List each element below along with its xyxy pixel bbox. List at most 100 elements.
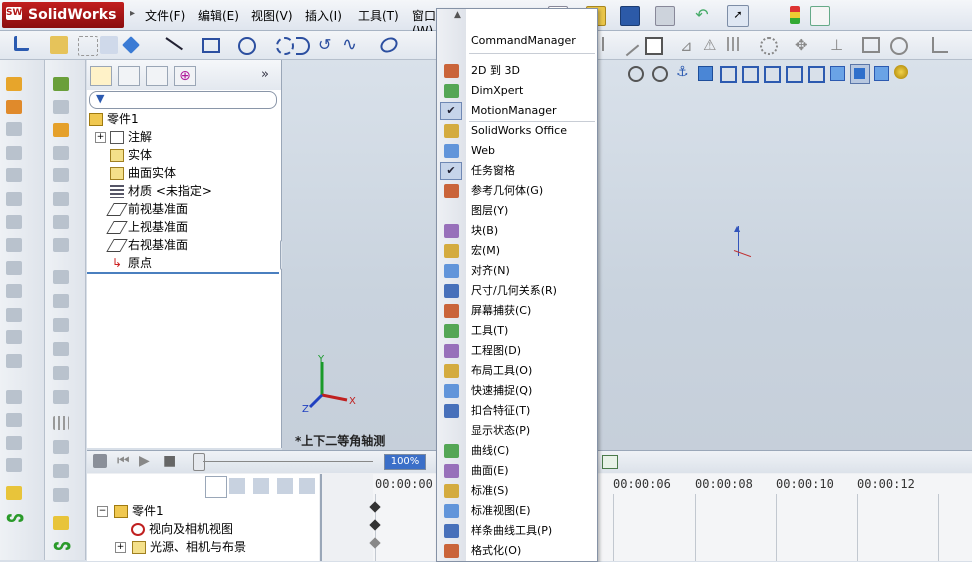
context-menu-item[interactable]: 工具(T) — [437, 321, 595, 341]
lofted-cut-icon[interactable] — [6, 238, 22, 252]
menu-insert[interactable]: 插入(I) — [305, 7, 342, 24]
tree-item-material[interactable]: 材质 <未指定> — [110, 182, 212, 200]
save-icon[interactable] — [620, 6, 640, 26]
mirror-entities-icon[interactable]: ⊿ — [680, 37, 693, 55]
context-menu-item[interactable]: 快速捕捉(Q) — [437, 381, 595, 401]
swept-surface-icon[interactable] — [53, 146, 69, 160]
calculate-icon[interactable] — [93, 454, 107, 468]
context-menu-item[interactable]: 曲面(E) — [437, 461, 595, 481]
curves-icon[interactable]: ᔕ — [53, 537, 71, 553]
context-menu-item[interactable]: 布局工具(O) — [437, 361, 595, 381]
extruded-surface-icon[interactable] — [53, 100, 69, 114]
shell-icon[interactable] — [6, 330, 22, 344]
filter-animated-icon[interactable] — [229, 478, 245, 494]
ruled-surface-icon[interactable] — [53, 294, 69, 308]
display-style-wireframe-icon[interactable] — [742, 66, 759, 83]
reference-geometry-icon[interactable] — [6, 486, 22, 500]
property-manager-tab[interactable] — [118, 66, 140, 86]
sketch-picture-icon[interactable] — [78, 36, 98, 56]
reference-geometry-icon[interactable] — [53, 516, 69, 530]
offset-entities-icon[interactable] — [645, 37, 663, 55]
context-menu-item[interactable]: ✔ 任务窗格 — [437, 161, 595, 181]
line-icon[interactable] — [165, 37, 183, 51]
stop-icon[interactable]: ■ — [163, 453, 176, 469]
linear-pattern-icon[interactable] — [727, 37, 741, 51]
appearance-icon[interactable] — [894, 65, 908, 79]
menu-edit[interactable]: 编辑(E) — [198, 7, 239, 24]
spline-icon[interactable]: ∿ — [342, 34, 357, 55]
context-menu-item[interactable]: CommandManager — [437, 31, 595, 51]
tree-item-right-plane[interactable]: 右视基准面 — [106, 236, 188, 254]
playback-slider-track[interactable] — [203, 461, 373, 462]
quick-snap-icon[interactable] — [122, 36, 140, 54]
tree-item-surface-bodies[interactable]: 曲面实体 — [110, 164, 176, 182]
display-style-shaded-edges-icon[interactable] — [808, 66, 825, 83]
ellipse-icon[interactable] — [377, 34, 401, 56]
graphics-area[interactable]: ⚓ ▲ Y X Z — [282, 60, 972, 450]
view-orientation-icon[interactable] — [720, 66, 737, 83]
curves-icon[interactable]: ᔕ — [6, 509, 24, 525]
instant2d-icon[interactable] — [932, 37, 948, 53]
swept-boss-icon[interactable] — [6, 122, 22, 136]
hide-show-items-icon[interactable] — [874, 66, 889, 81]
linear-pattern-icon[interactable] — [53, 416, 69, 430]
context-menu-item[interactable]: 宏(M) — [437, 241, 595, 261]
tree-item-front-plane[interactable]: 前视基准面 — [106, 200, 188, 218]
revolved-cut-icon[interactable] — [6, 192, 22, 206]
context-menu-item[interactable]: 扣合特征(T) — [437, 401, 595, 421]
context-menu-item[interactable]: 对齐(N) — [437, 261, 595, 281]
draft-icon[interactable] — [6, 354, 22, 368]
chamfer-icon[interactable] — [6, 284, 22, 298]
menu-tools[interactable]: 工具(T) — [358, 7, 399, 24]
add-relation-icon[interactable]: ⊥ — [830, 36, 843, 54]
motion-filter-icon[interactable] — [205, 476, 227, 498]
convert-entities-icon[interactable] — [616, 33, 640, 57]
extruded-cut-icon[interactable] — [6, 168, 22, 182]
menu-file[interactable]: 文件(F) — [145, 7, 185, 24]
trim-entities-icon[interactable] — [602, 37, 616, 51]
offset-surface-icon[interactable] — [53, 270, 69, 284]
tree-item-annotations[interactable]: + 注解 — [95, 128, 152, 146]
revolved-surface-icon[interactable] — [53, 123, 69, 137]
print-icon[interactable] — [655, 6, 675, 26]
motion-splitter[interactable] — [320, 474, 322, 561]
lofted-surface-icon[interactable] — [53, 168, 69, 182]
rebuild-traffic-light-icon[interactable] — [790, 6, 800, 24]
delete-face-icon[interactable] — [53, 464, 69, 478]
circle-icon[interactable] — [238, 37, 256, 55]
extruded-boss-icon[interactable] — [6, 77, 22, 91]
tree-filter-input[interactable]: ▼ — [89, 91, 277, 109]
filter-selected-icon[interactable] — [277, 478, 293, 494]
context-menu-item[interactable]: SolidWorks Office — [437, 121, 595, 141]
playback-speed-input[interactable]: 100% — [384, 454, 426, 470]
rectangle-icon[interactable] — [202, 38, 220, 53]
logo-menu-arrow-icon[interactable]: ▸ — [130, 8, 135, 19]
context-menu-item[interactable]: 图层(Y) — [437, 201, 595, 221]
menu-view[interactable]: 视图(V) — [251, 7, 293, 24]
trim-surface-icon[interactable] — [53, 342, 69, 356]
tree-item-solid-bodies[interactable]: 实体 — [110, 146, 152, 164]
shaded-with-edges-icon[interactable] — [850, 64, 870, 84]
display-style-hidden-visible-icon[interactable] — [764, 66, 781, 83]
keyframe-marker[interactable] — [369, 537, 381, 549]
previous-view-icon[interactable]: ⚓ — [676, 64, 689, 80]
filter-results-icon[interactable] — [299, 478, 315, 494]
tangent-arc-icon[interactable]: ↺ — [318, 35, 331, 54]
motion-tree-item-view-camera[interactable]: 视向及相机视图 — [131, 520, 233, 538]
motion-tree-item-lights[interactable]: + 光源、相机与布景 — [115, 538, 246, 556]
play-from-start-icon[interactable]: ⏮ — [117, 453, 130, 469]
playback-slider-thumb[interactable] — [193, 453, 205, 471]
sketch-relations-icon[interactable] — [100, 36, 118, 54]
expand-panel-icon[interactable]: » — [261, 67, 269, 82]
knit-surface-icon[interactable] — [53, 390, 69, 404]
dimxpert-manager-tab[interactable]: ⊕ — [174, 66, 196, 86]
extend-surface-icon[interactable] — [53, 318, 69, 332]
expand-plus-icon[interactable]: + — [95, 132, 106, 143]
replace-face-icon[interactable] — [53, 488, 69, 502]
tree-item-top-plane[interactable]: 上视基准面 — [106, 218, 188, 236]
boss-base-icon[interactable] — [53, 77, 69, 91]
keyframe-marker[interactable] — [369, 519, 381, 531]
context-menu-item[interactable]: 样条曲线工具(P) — [437, 521, 595, 541]
lofted-boss-icon[interactable] — [6, 146, 22, 160]
expand-plus-icon[interactable]: + — [115, 542, 126, 553]
